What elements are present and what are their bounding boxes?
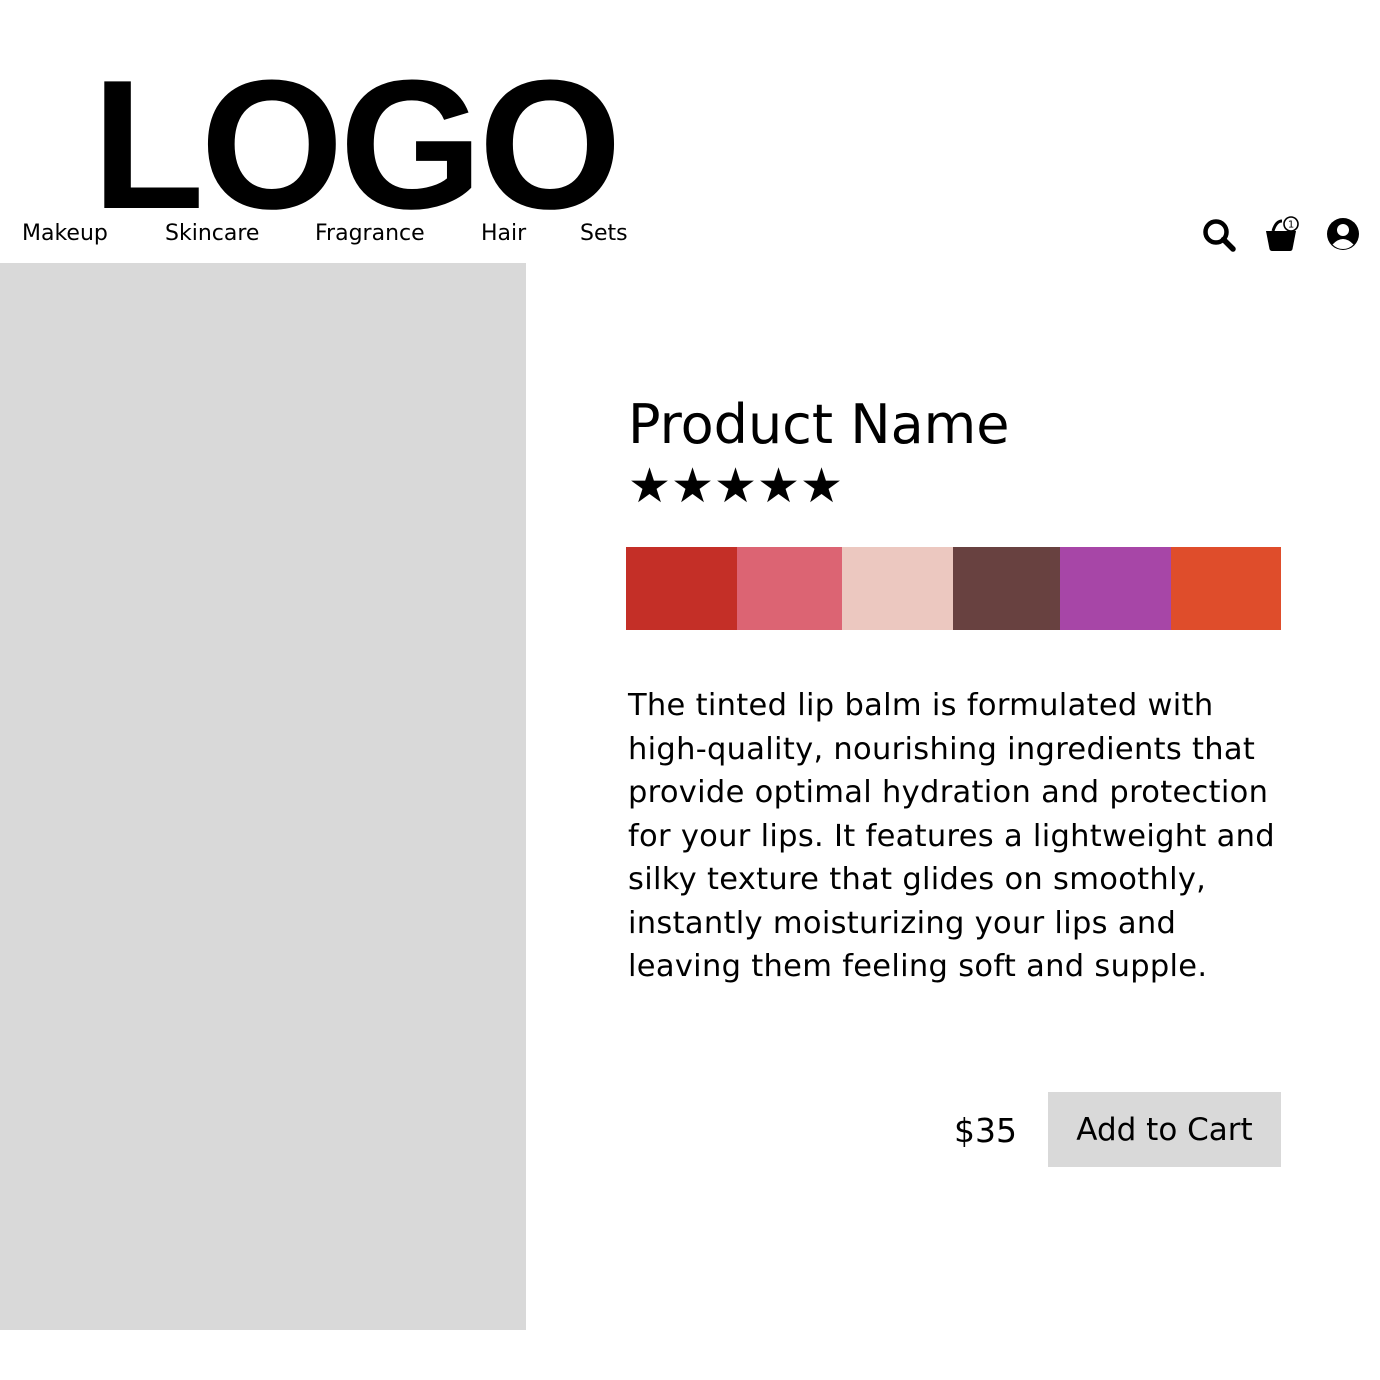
brand-logo[interactable]: LOGO xyxy=(92,52,622,236)
star-icon: ★ xyxy=(628,458,672,514)
star-rating: ★ ★ ★ ★ ★ xyxy=(628,458,843,514)
cart-button[interactable]: 1 xyxy=(1262,216,1300,254)
star-icon: ★ xyxy=(800,458,844,514)
user-account-icon[interactable] xyxy=(1324,216,1362,254)
shade-swatch[interactable] xyxy=(953,547,1060,630)
shade-swatch[interactable] xyxy=(842,547,953,630)
product-description: The tinted lip balm is formulated with h… xyxy=(628,688,1275,984)
header-actions: 1 xyxy=(0,216,1380,256)
shade-swatch[interactable] xyxy=(1171,547,1281,630)
product-image-placeholder xyxy=(0,263,526,1330)
add-to-cart-button[interactable]: Add to Cart xyxy=(1048,1092,1281,1167)
product-name: Product Name xyxy=(628,393,1010,456)
shade-swatch[interactable] xyxy=(626,547,737,630)
search-icon[interactable] xyxy=(1200,216,1238,254)
star-icon: ★ xyxy=(757,458,801,514)
shade-swatch[interactable] xyxy=(737,547,842,630)
product-page: LOGO Makeup Skincare Fragrance Hair Sets… xyxy=(0,0,1380,1380)
shopping-basket-icon: 1 xyxy=(1266,216,1299,251)
cart-count-badge: 1 xyxy=(1288,220,1294,231)
shade-swatches xyxy=(626,547,1281,630)
shade-swatch[interactable] xyxy=(1060,547,1171,630)
product-price: $35 xyxy=(954,1111,1017,1150)
star-icon: ★ xyxy=(714,458,758,514)
star-icon: ★ xyxy=(671,458,715,514)
